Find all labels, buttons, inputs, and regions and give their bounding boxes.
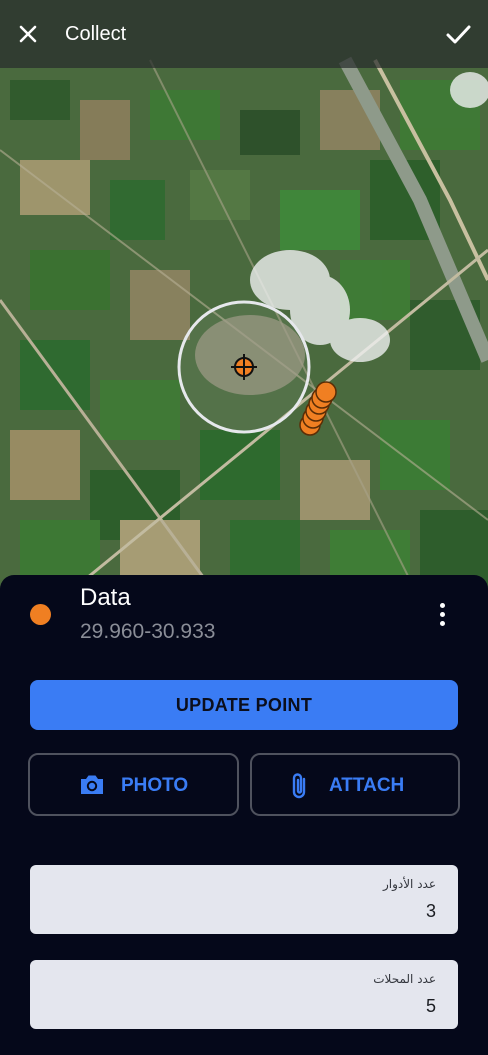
- confirm-button[interactable]: [443, 19, 473, 49]
- check-icon: [446, 25, 471, 44]
- close-icon: [19, 25, 37, 43]
- layer-name: Data: [80, 584, 131, 611]
- photo-button[interactable]: PHOTO: [28, 753, 239, 816]
- top-app-bar: Collect: [0, 0, 488, 68]
- layer-coordinates: 29.960-30.933: [80, 620, 216, 643]
- attach-button[interactable]: ATTACH: [250, 753, 460, 816]
- field-label: عدد المحلات: [373, 972, 436, 986]
- field-value[interactable]: 3: [426, 901, 436, 922]
- attach-label: ATTACH: [329, 775, 405, 796]
- paperclip-icon: [292, 773, 306, 799]
- floors-count-field[interactable]: عدد الأدوار 3: [30, 865, 458, 934]
- page-title: Collect: [65, 23, 127, 45]
- field-label: عدد الأدوار: [382, 877, 436, 891]
- shops-count-field[interactable]: عدد المحلات 5: [30, 960, 458, 1029]
- photo-label: PHOTO: [121, 775, 189, 796]
- close-button[interactable]: [14, 20, 42, 48]
- layer-color-dot: [30, 604, 51, 625]
- map-view[interactable]: [0, 0, 488, 600]
- field-value[interactable]: 5: [426, 996, 436, 1017]
- camera-icon: [81, 775, 103, 794]
- satellite-imagery: [0, 0, 488, 600]
- update-point-button[interactable]: UPDATE POINT: [30, 680, 458, 730]
- more-vertical-icon[interactable]: [430, 600, 456, 630]
